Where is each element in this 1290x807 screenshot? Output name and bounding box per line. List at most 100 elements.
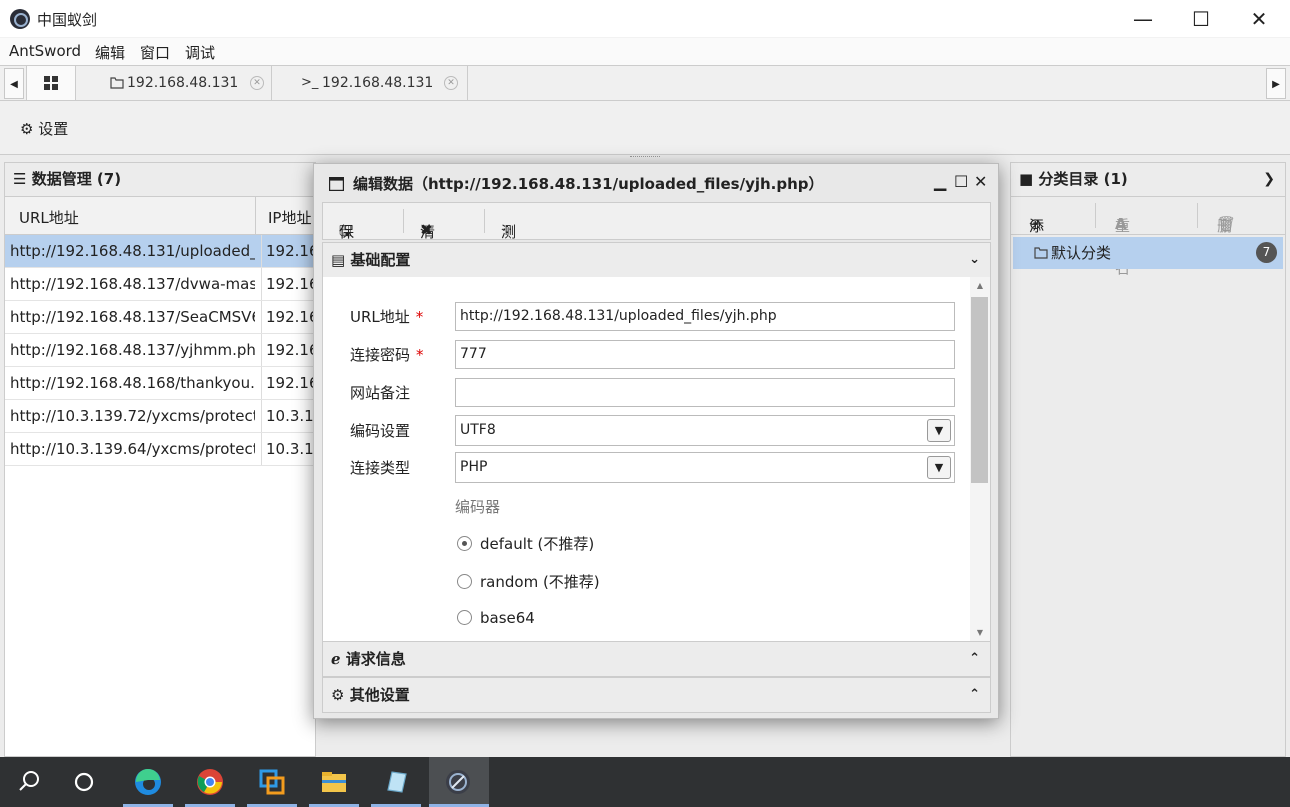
- panel-title: 分类目录 (1): [1038, 170, 1128, 188]
- dialog-close-button[interactable]: ✕: [974, 172, 987, 191]
- file-explorer-taskbar-button[interactable]: [305, 757, 363, 807]
- cell-url: http://10.3.139.64/yxcms/protecte: [10, 440, 255, 458]
- notepad-icon: [387, 771, 407, 793]
- category-item-default[interactable]: 默认分类 7: [1013, 237, 1283, 269]
- chevron-down-icon[interactable]: ⌄: [969, 243, 980, 277]
- chrome-taskbar-button[interactable]: [181, 757, 239, 807]
- menu-edit[interactable]: 编辑: [95, 42, 125, 63]
- tab-label: 192.168.48.131: [127, 75, 239, 91]
- dialog-title-bar[interactable]: 编辑数据（http://192.168.48.131/uploaded_file…: [314, 164, 998, 202]
- antsword-icon: [446, 770, 470, 794]
- section-title: 其他设置: [349, 686, 410, 704]
- panel-title: 数据管理 (7): [31, 170, 122, 188]
- tab-scroll-left-button[interactable]: ◀: [4, 68, 24, 99]
- tab-scroll-right-button[interactable]: ▶: [1266, 68, 1286, 99]
- menu-antsword[interactable]: AntSword: [9, 42, 81, 60]
- toolbar-separator: [403, 209, 404, 233]
- tab-close-icon[interactable]: ✕: [444, 76, 458, 90]
- minimize-button[interactable]: —: [1114, 0, 1172, 38]
- required-mark: *: [415, 308, 424, 326]
- chevron-down-icon[interactable]: ▼: [927, 419, 951, 442]
- form-scrollbar[interactable]: ▲ ▼: [970, 277, 990, 641]
- section-title: 请求信息: [345, 650, 406, 668]
- window-icon: [329, 177, 344, 191]
- dialog-minimize-button[interactable]: ▁: [934, 172, 946, 191]
- task-view-button[interactable]: [55, 757, 113, 807]
- file-explorer-icon: [322, 772, 346, 792]
- menu-window[interactable]: 窗口: [140, 42, 170, 63]
- category-name: 默认分类: [1051, 244, 1112, 262]
- chevron-up-icon[interactable]: ⌃: [969, 678, 980, 712]
- app-taskbar-button[interactable]: [243, 757, 301, 807]
- type-value: PHP: [460, 459, 488, 475]
- toolbar-separator: [484, 209, 485, 233]
- radio-label: default (不推荐): [480, 535, 595, 553]
- toolbar-separator: [1197, 203, 1198, 228]
- column-divider[interactable]: [255, 197, 256, 234]
- encoder-random-radio[interactable]: random (不推荐): [457, 571, 600, 592]
- cell-ip: 192.168.48.168: [261, 367, 315, 399]
- search-button[interactable]: [0, 757, 58, 807]
- column-header-ip[interactable]: IP地址: [268, 207, 311, 228]
- url-input[interactable]: http://192.168.48.131/uploaded_files/yjh…: [455, 302, 955, 331]
- column-header-url[interactable]: URL地址: [19, 207, 79, 228]
- section-request-info[interactable]: ℯ 请求信息 ⌃: [322, 641, 991, 677]
- section-other-settings[interactable]: ⚙ 其他设置 ⌃: [322, 677, 991, 713]
- menu-debug[interactable]: 调试: [185, 42, 215, 63]
- tab-terminal[interactable]: >_ 192.168.48.131 ✕: [272, 66, 468, 100]
- settings-button[interactable]: ⚙ 设置: [20, 118, 68, 139]
- category-toolbar: ⊕ 添加 A 重命名 🗑 删除: [1011, 197, 1285, 277]
- section-basic-config[interactable]: ▤ 基础配置 ⌄: [322, 242, 991, 278]
- chevron-up-icon[interactable]: ⌃: [969, 642, 980, 676]
- scroll-thumb[interactable]: [971, 297, 988, 483]
- grid-icon: [44, 76, 58, 90]
- scroll-down-icon[interactable]: ▼: [970, 628, 990, 637]
- encoder-default-radio[interactable]: default (不推荐): [457, 533, 594, 554]
- encoder-base64-radio[interactable]: base64: [457, 609, 535, 627]
- category-panel: ■ 分类目录 (1) ❯ ⊕ 添加 A 重命名 🗑 删除 默认分类 7: [1010, 162, 1286, 757]
- radio-selected-icon: [457, 536, 472, 551]
- table-row[interactable]: http://192.168.48.137/dvwa-mast 192.168.4…: [5, 268, 315, 301]
- tab-close-icon[interactable]: ✕: [250, 76, 264, 90]
- cell-url: http://192.168.48.137/yjhmm.php: [10, 341, 255, 359]
- settings-label: 设置: [38, 120, 69, 138]
- tab-home[interactable]: [26, 66, 76, 100]
- dialog-maximize-button[interactable]: ☐: [954, 172, 968, 191]
- taskbar: [0, 757, 1290, 807]
- note-input[interactable]: [455, 378, 955, 407]
- type-select[interactable]: PHP ▼: [455, 452, 955, 483]
- table-row[interactable]: http://10.3.139.72/yxcms/protecte 10.3.13…: [5, 400, 315, 433]
- table-row[interactable]: http://192.168.48.137/SeaCMSV6. 192.168.4…: [5, 301, 315, 334]
- notepad-taskbar-button[interactable]: [367, 757, 425, 807]
- dialog-title: 编辑数据（http://192.168.48.131/uploaded_file…: [353, 175, 824, 193]
- antsword-taskbar-button[interactable]: [429, 757, 489, 807]
- tab-label: 192.168.48.131: [322, 75, 434, 91]
- app-icon: [259, 769, 285, 795]
- terminal-icon: >_: [301, 75, 319, 90]
- close-button[interactable]: ✕: [1230, 0, 1288, 38]
- edge-taskbar-button[interactable]: [119, 757, 177, 807]
- chevron-down-icon[interactable]: ▼: [927, 456, 951, 479]
- table-row[interactable]: http://192.168.48.137/yjhmm.php 192.168.4…: [5, 334, 315, 367]
- gear-icon: ⚙: [20, 120, 34, 138]
- table-row[interactable]: http://192.168.48.131/uploaded_f 192.168.…: [5, 235, 315, 268]
- basic-config-form: URL地址 * http://192.168.48.131/uploaded_fi…: [322, 277, 991, 641]
- cell-ip: 192.168.48.137: [261, 334, 315, 366]
- tab-file-manager[interactable]: 192.168.48.131 ✕: [76, 66, 272, 100]
- task-view-icon: [74, 772, 94, 792]
- encoding-label: 编码设置: [350, 422, 411, 440]
- dialog-toolbar: 🖫 保存 ✖ 清空 ⁘ 测试连接: [322, 202, 991, 304]
- cell-ip: 10.3.139.72: [261, 400, 315, 432]
- cell-ip: 192.168.48.137: [261, 301, 315, 333]
- scroll-up-icon[interactable]: ▲: [970, 281, 990, 290]
- category-count-badge: 7: [1256, 242, 1277, 263]
- chevron-right-icon[interactable]: ❯: [1263, 163, 1275, 196]
- antsword-logo-icon: [10, 9, 30, 29]
- password-input[interactable]: 777: [455, 340, 955, 369]
- splitter-handle[interactable]: [630, 156, 660, 158]
- folder-icon: ■: [1019, 170, 1034, 188]
- table-row[interactable]: http://10.3.139.64/yxcms/protecte 10.3.13…: [5, 433, 315, 466]
- table-row[interactable]: http://192.168.48.168/thankyou.p 192.168.…: [5, 367, 315, 400]
- encoding-select[interactable]: UTF8 ▼: [455, 415, 955, 446]
- maximize-button[interactable]: ☐: [1172, 0, 1230, 38]
